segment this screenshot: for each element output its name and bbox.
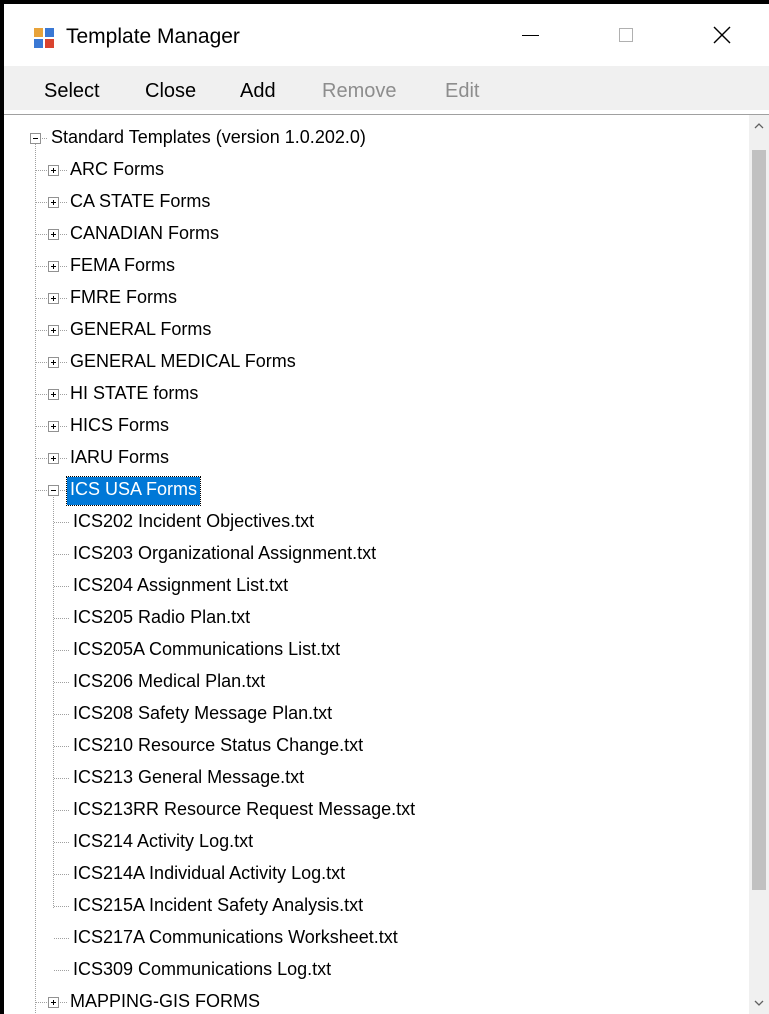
minimize-button[interactable]	[482, 4, 578, 66]
category-canadian-forms[interactable]: CANADIAN Forms	[70, 221, 219, 249]
maximize-button[interactable]	[578, 4, 674, 66]
template-file-item[interactable]: ICS213RR Resource Request Message.txt	[73, 797, 415, 825]
title-bar[interactable]: Template Manager	[4, 4, 769, 66]
category-expand-toggle[interactable]	[48, 165, 59, 176]
category-fmre-forms[interactable]: FMRE Forms	[70, 285, 177, 313]
menu-edit[interactable]: Edit	[445, 80, 479, 103]
category-expand-toggle[interactable]	[48, 325, 59, 336]
menu-add[interactable]: Add	[240, 80, 276, 103]
category-expand-toggle[interactable]	[48, 197, 59, 208]
template-file-item[interactable]: ICS208 Safety Message Plan.txt	[73, 701, 332, 729]
menu-bar: Select Close Add Remove Edit	[4, 66, 769, 110]
template-file-item[interactable]: ICS309 Communications Log.txt	[73, 957, 331, 985]
maximize-icon	[619, 28, 633, 42]
template-manager-window: Template Manager Select Close Add Remove…	[4, 4, 769, 1014]
template-tree[interactable]: Standard Templates (version 1.0.202.0) A…	[4, 114, 769, 1014]
root-collapse-toggle[interactable]	[30, 133, 41, 144]
category-fema-forms[interactable]: FEMA Forms	[70, 253, 175, 281]
template-file-item[interactable]: ICS213 General Message.txt	[73, 765, 304, 793]
category-iaru-forms[interactable]: IARU Forms	[70, 445, 169, 473]
template-file-item[interactable]: ICS203 Organizational Assignment.txt	[73, 541, 376, 569]
category-ics-usa-forms[interactable]: ICS USA Forms	[65, 476, 202, 506]
vertical-scrollbar[interactable]	[749, 115, 769, 1014]
template-file-item[interactable]: ICS205A Communications List.txt	[73, 637, 340, 665]
scroll-down-button[interactable]	[749, 992, 769, 1014]
template-file-item[interactable]: ICS205 Radio Plan.txt	[73, 605, 250, 633]
template-file-item[interactable]: ICS206 Medical Plan.txt	[73, 669, 265, 697]
category-general-medical-forms[interactable]: GENERAL MEDICAL Forms	[70, 349, 296, 377]
category-hics-forms[interactable]: HICS Forms	[70, 413, 169, 441]
category-ca-state-forms[interactable]: CA STATE Forms	[70, 189, 210, 217]
minimize-icon	[521, 34, 539, 36]
menu-close[interactable]: Close	[145, 80, 196, 103]
category-expand-toggle[interactable]	[48, 997, 59, 1008]
chevron-down-icon	[754, 1000, 764, 1006]
template-file-item[interactable]: ICS214 Activity Log.txt	[73, 829, 253, 857]
chevron-up-icon	[754, 123, 764, 129]
tree-root-label[interactable]: Standard Templates (version 1.0.202.0)	[51, 125, 366, 153]
category-mapping-gis-forms[interactable]: MAPPING-GIS FORMS	[70, 989, 260, 1014]
app-window-icon	[34, 28, 54, 48]
template-file-item[interactable]: ICS214A Individual Activity Log.txt	[73, 861, 345, 889]
template-file-item[interactable]: ICS215A Incident Safety Analysis.txt	[73, 893, 363, 921]
close-icon	[713, 26, 731, 44]
template-file-item[interactable]: ICS202 Incident Objectives.txt	[73, 509, 314, 537]
menu-remove[interactable]: Remove	[322, 80, 396, 103]
category-expand-toggle[interactable]	[48, 453, 59, 464]
menu-select[interactable]: Select	[44, 80, 100, 103]
template-file-item[interactable]: ICS204 Assignment List.txt	[73, 573, 288, 601]
template-file-item[interactable]: ICS210 Resource Status Change.txt	[73, 733, 363, 761]
category-expand-toggle[interactable]	[48, 389, 59, 400]
category-arc-forms[interactable]: ARC Forms	[70, 157, 164, 185]
template-file-item[interactable]: ICS217A Communications Worksheet.txt	[73, 925, 398, 953]
category-expand-toggle[interactable]	[48, 261, 59, 272]
category-expand-toggle[interactable]	[48, 357, 59, 368]
category-collapse-toggle[interactable]	[48, 485, 59, 496]
window-title: Template Manager	[66, 25, 240, 48]
category-expand-toggle[interactable]	[48, 293, 59, 304]
category-expand-toggle[interactable]	[48, 229, 59, 240]
close-button[interactable]	[674, 4, 769, 66]
scroll-up-button[interactable]	[749, 115, 769, 137]
scroll-thumb[interactable]	[752, 150, 766, 890]
category-hi-state-forms[interactable]: HI STATE forms	[70, 381, 198, 409]
category-expand-toggle[interactable]	[48, 421, 59, 432]
category-general-forms[interactable]: GENERAL Forms	[70, 317, 211, 345]
